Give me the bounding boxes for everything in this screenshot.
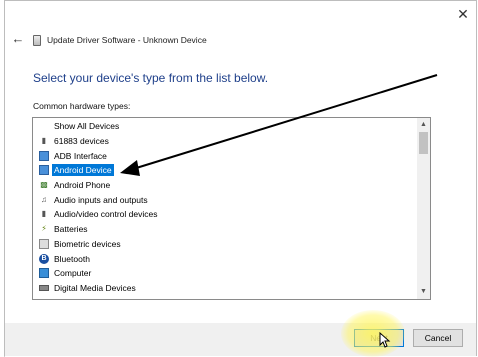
list-item-biometric-devices[interactable]: Biometric devices [33, 237, 417, 252]
plug-icon: ▮ [41, 136, 47, 146]
adb-icon [39, 150, 49, 161]
hardware-types-listbox[interactable]: Show All Devices ▮ 61883 devices ADB Int… [32, 117, 431, 300]
update-driver-dialog: ✕ ← Update Driver Software - Unknown Dev… [4, 0, 477, 356]
list-item-label: ADB Interface [54, 150, 107, 161]
list-label: Common hardware types: [33, 101, 131, 111]
digital-media-icon [39, 284, 49, 291]
list-item-show-all-devices[interactable]: Show All Devices [33, 119, 417, 134]
list-item-android-device[interactable]: Android Device [33, 163, 417, 178]
list-item-label: Biometric devices [54, 238, 121, 249]
list-item-label: Audio inputs and outputs [54, 194, 148, 205]
list-item-label: Digital Media Devices [54, 282, 136, 293]
av-control-icon: ▮ [41, 209, 47, 219]
list-item-bluetooth[interactable]: B Bluetooth [33, 251, 417, 266]
list-item-audio-inputs-outputs[interactable]: ♫ Audio inputs and outputs [33, 192, 417, 207]
list-item-computer[interactable]: Computer [33, 266, 417, 281]
list-item-label: Batteries [54, 224, 88, 235]
list-item-61883-devices[interactable]: ▮ 61883 devices [33, 134, 417, 149]
dialog-title-bar: Update Driver Software - Unknown Device [33, 33, 207, 47]
list-item-label: Audio/video control devices [54, 209, 158, 220]
list-item-audio-video-control[interactable]: ▮ Audio/video control devices [33, 207, 417, 222]
bluetooth-icon: B [39, 253, 49, 264]
vertical-scrollbar[interactable]: ▲ ▼ [417, 118, 430, 299]
list-item-batteries[interactable]: ⚡ Batteries [33, 222, 417, 237]
list-item-digital-media-devices[interactable]: Digital Media Devices [33, 281, 417, 296]
page-heading: Select your device's type from the list … [33, 71, 269, 85]
hardware-types-list: Show All Devices ▮ 61883 devices ADB Int… [33, 119, 417, 295]
scroll-thumb[interactable] [419, 132, 428, 154]
dialog-title: Update Driver Software - Unknown Device [47, 35, 207, 45]
device-icon [33, 34, 41, 46]
list-item-android-phone[interactable]: ▩ Android Phone [33, 178, 417, 193]
battery-icon: ⚡ [41, 224, 47, 234]
audio-icon: ♫ [41, 194, 47, 204]
list-item-label: 61883 devices [54, 136, 109, 147]
list-item-adb-interface[interactable]: ADB Interface [33, 148, 417, 163]
back-arrow-icon[interactable]: ← [11, 32, 25, 46]
mouse-cursor-icon [379, 332, 391, 348]
cancel-button[interactable]: Cancel [413, 329, 463, 347]
computer-icon [39, 268, 49, 279]
list-item-label: Computer [54, 268, 92, 279]
close-icon[interactable]: ✕ [456, 7, 470, 21]
list-item-label: Android Phone [54, 180, 111, 191]
scroll-down-icon[interactable]: ▼ [417, 286, 430, 298]
android-device-icon [39, 165, 49, 176]
list-item-label: Show All Devices [54, 121, 120, 132]
biometric-icon [39, 238, 49, 249]
dialog-footer [5, 323, 476, 356]
android-phone-icon: ▩ [40, 180, 48, 190]
list-item-label: Android Device [52, 164, 114, 177]
scroll-up-icon[interactable]: ▲ [417, 119, 430, 131]
list-item-label: Bluetooth [54, 253, 90, 264]
